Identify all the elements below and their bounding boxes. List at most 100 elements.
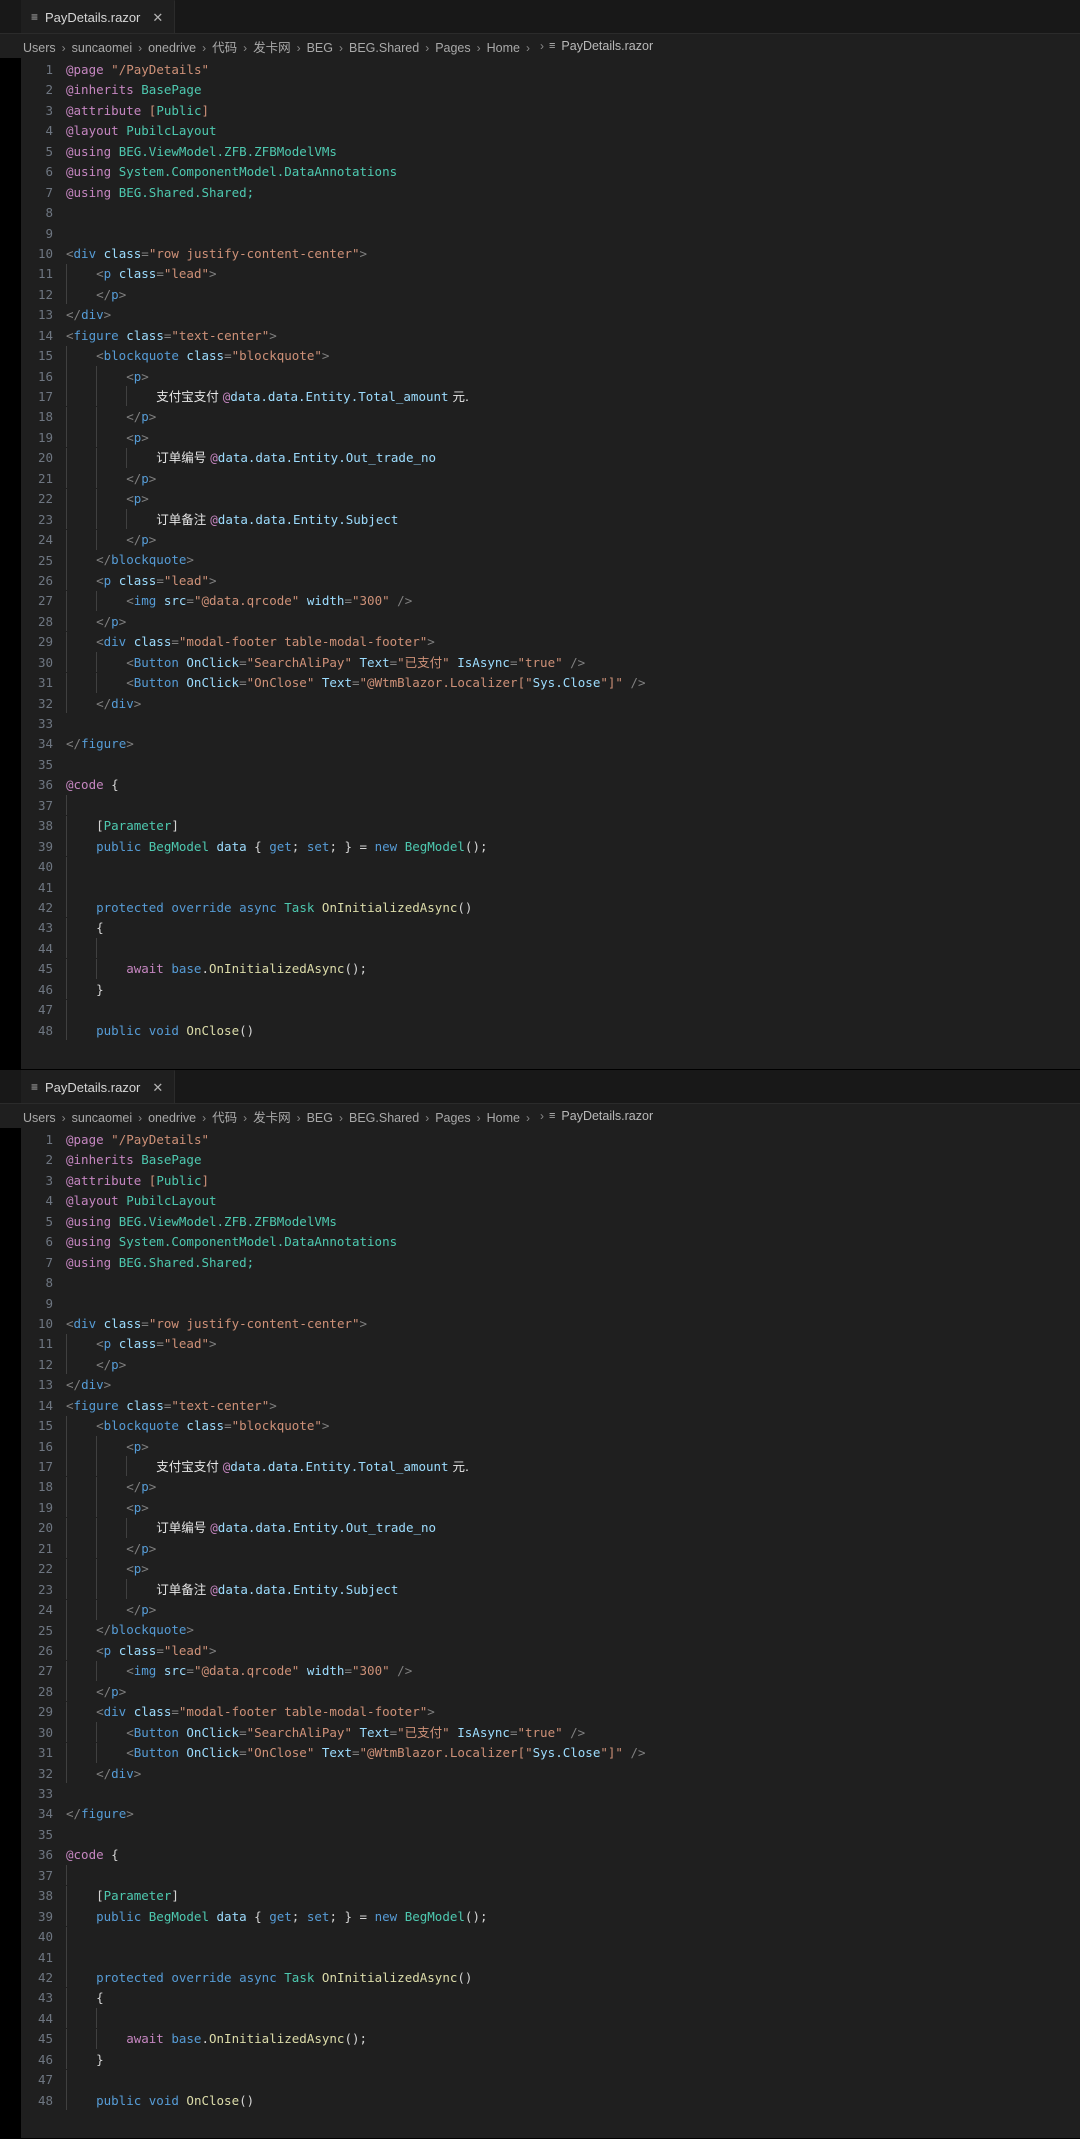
code-line[interactable]: 31 <Button OnClick="OnClose" Text="@WtmBl… bbox=[0, 1742, 1080, 1763]
code-line[interactable]: 43{ bbox=[0, 917, 1080, 938]
code-line[interactable]: 10 <div class="row justify-content-center… bbox=[0, 244, 1080, 264]
code-line[interactable]: 2 @inherits BasePage bbox=[0, 1150, 1080, 1170]
code-line[interactable]: 18 </p> bbox=[0, 406, 1080, 427]
code-line[interactable]: 32 </div> bbox=[0, 1763, 1080, 1784]
code-line[interactable]: 47 bbox=[0, 2069, 1080, 2090]
code-line[interactable]: 9 bbox=[0, 224, 1080, 244]
code-line[interactable]: 7 @using BEG.Shared.Shared; bbox=[0, 1253, 1080, 1273]
code-line[interactable]: 36 @code { bbox=[0, 1845, 1080, 1865]
breadcrumb-item[interactable]: suncaomei bbox=[71, 41, 133, 55]
code-line[interactable]: 23 订单备注 @data.data.Entity.Subject bbox=[0, 509, 1080, 530]
code-line[interactable]: 44 bbox=[0, 938, 1080, 959]
code-line[interactable]: 26 <p class="lead"> bbox=[0, 570, 1080, 591]
code-line[interactable]: 14 <figure class="text-center"> bbox=[0, 326, 1080, 346]
code-line[interactable]: 8 bbox=[0, 1273, 1080, 1293]
code-line[interactable]: 27 <img src="@data.qrcode" width="300" /> bbox=[0, 1660, 1080, 1681]
close-icon[interactable]: ✕ bbox=[152, 11, 163, 24]
code-line[interactable]: 39 public BegModel data { get; set; } = n… bbox=[0, 1906, 1080, 1927]
code-line[interactable]: 4 @layout PubilcLayout bbox=[0, 121, 1080, 141]
code-line[interactable]: 46} bbox=[0, 979, 1080, 1000]
code-line[interactable]: 20 订单编号 @data.data.Entity.Out_trade_no bbox=[0, 447, 1080, 468]
code-line[interactable]: 20 订单编号 @data.data.Entity.Out_trade_no bbox=[0, 1517, 1080, 1538]
code-line[interactable]: 33 bbox=[0, 1784, 1080, 1804]
editor-tab-paydetails[interactable]: ≡ PayDetails.razor ✕ bbox=[21, 0, 176, 33]
code-line[interactable]: 35 bbox=[0, 1825, 1080, 1845]
breadcrumb-item[interactable]: Pages bbox=[434, 41, 471, 55]
code-line[interactable]: 3 @attribute [Public] bbox=[0, 1171, 1080, 1191]
code-line[interactable]: 24 </p> bbox=[0, 529, 1080, 550]
code-editor[interactable]: 1 @page "/PayDetails" 2 @inherits BasePage 3… bbox=[0, 1128, 1080, 2138]
breadcrumb-item[interactable]: 代码 bbox=[211, 41, 238, 55]
breadcrumb-item[interactable]: 发卡网 bbox=[252, 1111, 292, 1125]
code-line[interactable]: 46} bbox=[0, 2049, 1080, 2070]
code-line[interactable]: 47 bbox=[0, 999, 1080, 1020]
code-line[interactable]: 5 @using BEG.ViewModel.ZFB.ZFBModelVMs bbox=[0, 1212, 1080, 1232]
code-line[interactable]: 6 @using System.ComponentModel.DataAnnota… bbox=[0, 162, 1080, 182]
breadcrumb-item[interactable]: onedrive bbox=[147, 1111, 197, 1125]
code-line[interactable]: 45 await base.OnInitializedAsync(); bbox=[0, 958, 1080, 979]
code-line[interactable]: 23 订单备注 @data.data.Entity.Subject bbox=[0, 1579, 1080, 1600]
breadcrumb-item[interactable]: 代码 bbox=[211, 1111, 238, 1125]
breadcrumb-item[interactable]: onedrive bbox=[147, 41, 197, 55]
code-line[interactable]: 37 bbox=[0, 1865, 1080, 1886]
editor-tab-paydetails[interactable]: ≡ PayDetails.razor ✕ bbox=[21, 1070, 176, 1103]
code-line[interactable]: 2 @inherits BasePage bbox=[0, 80, 1080, 100]
code-line[interactable]: 7 @using BEG.Shared.Shared; bbox=[0, 183, 1080, 203]
code-line[interactable]: 22 <p> bbox=[0, 488, 1080, 509]
code-line[interactable]: 28 </p> bbox=[0, 611, 1080, 632]
code-line[interactable]: 12 </p> bbox=[0, 284, 1080, 305]
breadcrumb-item[interactable]: BEG bbox=[306, 1111, 334, 1125]
code-line[interactable]: 41 bbox=[0, 1946, 1080, 1968]
code-line[interactable]: 17 支付宝支付 @data.data.Entity.Total_amount 元… bbox=[0, 1456, 1080, 1477]
breadcrumb-item[interactable]: Home bbox=[486, 41, 521, 55]
code-line[interactable]: 48 public void OnClose() bbox=[0, 2090, 1080, 2111]
code-line[interactable]: 32 </div> bbox=[0, 693, 1080, 714]
breadcrumb-item[interactable]: Users bbox=[22, 1111, 57, 1125]
code-line[interactable]: 31 <Button OnClick="OnClose" Text="@WtmBl… bbox=[0, 672, 1080, 693]
code-line[interactable]: 25 </blockquote> bbox=[0, 1619, 1080, 1641]
breadcrumb-item[interactable]: BEG bbox=[306, 41, 334, 55]
code-line[interactable]: 15 <blockquote class="blockquote"> bbox=[0, 1415, 1080, 1436]
code-line[interactable]: 27 <img src="@data.qrcode" width="300" /> bbox=[0, 590, 1080, 611]
code-line[interactable]: 40 bbox=[0, 1926, 1080, 1947]
code-line[interactable]: 3 @attribute [Public] bbox=[0, 101, 1080, 121]
breadcrumb-item[interactable]: BEG.Shared bbox=[348, 41, 420, 55]
code-line[interactable]: 21 </p> bbox=[0, 468, 1080, 489]
code-line[interactable]: 30 <Button OnClick="SearchAliPay" Text="已… bbox=[0, 1722, 1080, 1743]
breadcrumb-file[interactable]: ≡ PayDetails.razor bbox=[549, 1109, 653, 1123]
code-line[interactable]: 26 <p class="lead"> bbox=[0, 1640, 1080, 1661]
code-line[interactable]: 11 <p class="lead"> bbox=[0, 263, 1080, 284]
code-line[interactable]: 17 支付宝支付 @data.data.Entity.Total_amount 元… bbox=[0, 386, 1080, 407]
code-line[interactable]: 48 public void OnClose() bbox=[0, 1020, 1080, 1041]
code-line[interactable]: 38 [Parameter] bbox=[0, 815, 1080, 836]
code-line[interactable]: 13 </div> bbox=[0, 305, 1080, 325]
code-line[interactable]: 1 @page "/PayDetails" bbox=[0, 60, 1080, 80]
code-line[interactable]: 6 @using System.ComponentModel.DataAnnota… bbox=[0, 1232, 1080, 1252]
breadcrumb-item[interactable]: Users bbox=[22, 41, 57, 55]
breadcrumb-item[interactable]: 发卡网 bbox=[252, 41, 292, 55]
code-line[interactable]: 28 </p> bbox=[0, 1681, 1080, 1702]
code-editor[interactable]: 1 @page "/PayDetails" 2 @inherits BasePage 3… bbox=[0, 58, 1080, 1069]
code-line[interactable]: 19 <p> bbox=[0, 1497, 1080, 1518]
code-line[interactable]: 19 <p> bbox=[0, 427, 1080, 448]
breadcrumb-item[interactable]: BEG.Shared bbox=[348, 1111, 420, 1125]
code-line[interactable]: 24 </p> bbox=[0, 1599, 1080, 1620]
code-line[interactable]: 13 </div> bbox=[0, 1375, 1080, 1395]
code-line[interactable]: 37 bbox=[0, 795, 1080, 816]
code-line[interactable]: 16 <p> bbox=[0, 366, 1080, 387]
code-line[interactable]: 40 bbox=[0, 856, 1080, 877]
code-line[interactable]: 22 <p> bbox=[0, 1558, 1080, 1579]
code-line[interactable]: 1 @page "/PayDetails" bbox=[0, 1130, 1080, 1150]
code-line[interactable]: 18 </p> bbox=[0, 1476, 1080, 1497]
code-line[interactable]: 11 <p class="lead"> bbox=[0, 1333, 1080, 1354]
code-line[interactable]: 38 [Parameter] bbox=[0, 1885, 1080, 1906]
code-line[interactable]: 4 @layout PubilcLayout bbox=[0, 1191, 1080, 1211]
code-line[interactable]: 30 <Button OnClick="SearchAliPay" Text="已… bbox=[0, 652, 1080, 673]
code-line[interactable]: 14 <figure class="text-center"> bbox=[0, 1396, 1080, 1416]
code-line[interactable]: 34 </figure> bbox=[0, 734, 1080, 754]
code-line[interactable]: 39 public BegModel data { get; set; } = n… bbox=[0, 836, 1080, 857]
close-icon[interactable]: ✕ bbox=[152, 1081, 163, 1094]
code-line[interactable]: 45 await base.OnInitializedAsync(); bbox=[0, 2028, 1080, 2049]
breadcrumb-item[interactable]: suncaomei bbox=[71, 1111, 133, 1125]
code-line[interactable]: 29 <div class="modal-footer table-modal-f… bbox=[0, 631, 1080, 652]
